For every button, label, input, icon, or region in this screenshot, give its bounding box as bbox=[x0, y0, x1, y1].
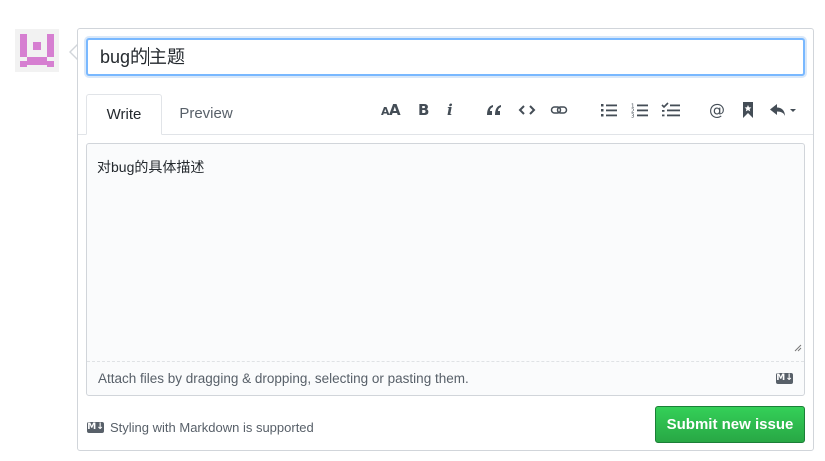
tab-write[interactable]: Write bbox=[86, 94, 162, 135]
issue-title-input[interactable]: bug的主题 bbox=[86, 38, 805, 76]
ordered-list-icon[interactable]: 123 bbox=[629, 99, 651, 121]
title-text-before-caret: bug的 bbox=[100, 47, 149, 67]
mention-icon[interactable]: @ bbox=[707, 99, 729, 121]
saved-reply-icon[interactable] bbox=[737, 99, 759, 121]
issue-body-textarea[interactable]: 对bug的具体描述 Attach files by dragging & dro… bbox=[86, 143, 805, 396]
markdown-icon: M↓ bbox=[776, 373, 793, 384]
unordered-list-icon[interactable] bbox=[598, 99, 620, 121]
new-issue-form: bug的主题 Write Preview AA B i 1 2 3 @ 对bug… bbox=[77, 28, 814, 451]
resize-grip-icon[interactable] bbox=[794, 339, 802, 357]
title-text-after-caret: 主题 bbox=[149, 47, 186, 67]
svg-text:B: B bbox=[418, 102, 429, 118]
svg-text:A: A bbox=[389, 102, 401, 118]
code-icon[interactable] bbox=[516, 99, 538, 121]
italic-icon[interactable]: i bbox=[439, 99, 461, 121]
markdown-icon: M↓ bbox=[87, 422, 104, 433]
reply-icon[interactable] bbox=[768, 99, 802, 121]
markdown-help-text: Styling with Markdown is supported bbox=[110, 420, 314, 435]
quote-icon[interactable] bbox=[483, 99, 505, 121]
link-icon[interactable] bbox=[548, 99, 570, 121]
svg-text:@: @ bbox=[709, 102, 725, 118]
header-text-icon[interactable]: AA bbox=[380, 99, 402, 121]
identicon-icon bbox=[15, 29, 59, 72]
editor-tabbar: Write Preview AA B i 1 2 3 @ bbox=[78, 94, 813, 135]
file-attach-dropzone[interactable]: Attach files by dragging & dropping, sel… bbox=[87, 361, 804, 395]
task-list-icon[interactable] bbox=[660, 99, 682, 121]
submit-new-issue-button[interactable]: Submit new issue bbox=[655, 406, 805, 443]
svg-text:i: i bbox=[447, 102, 453, 118]
svg-text:3: 3 bbox=[631, 114, 635, 119]
markdown-help[interactable]: M↓ Styling with Markdown is supported bbox=[87, 420, 314, 435]
issue-body-text: 对bug的具体描述 bbox=[97, 159, 205, 175]
attach-hint: Attach files by dragging & dropping, sel… bbox=[98, 371, 469, 386]
tab-preview[interactable]: Preview bbox=[166, 94, 246, 134]
avatar[interactable] bbox=[15, 29, 59, 72]
bold-icon[interactable]: B bbox=[412, 99, 434, 121]
